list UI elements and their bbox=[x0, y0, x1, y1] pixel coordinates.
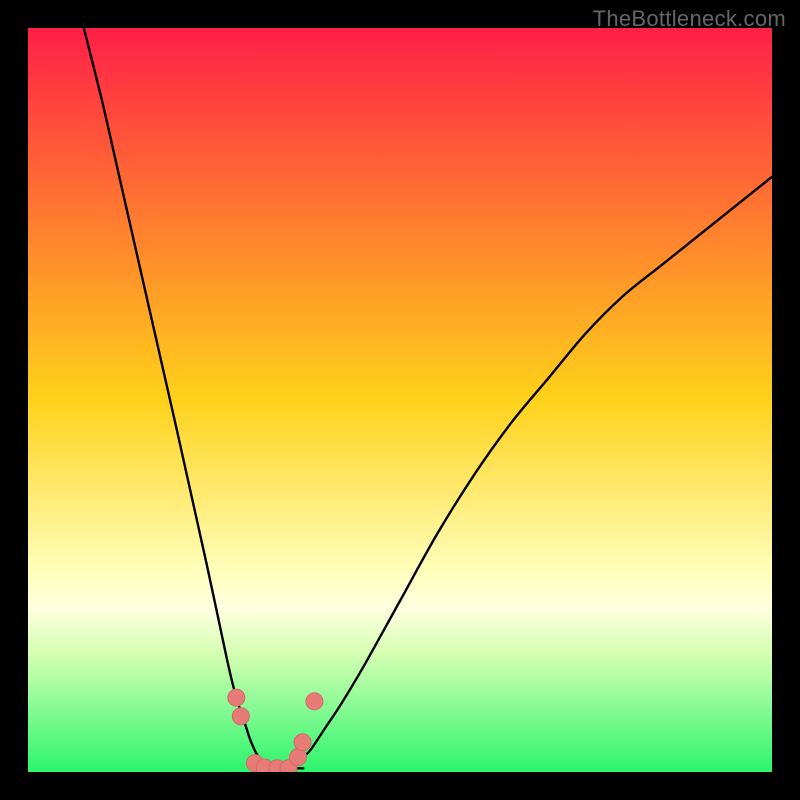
frame: TheBottleneck.com bbox=[0, 0, 800, 800]
data-dot bbox=[290, 749, 307, 766]
data-dot bbox=[306, 693, 323, 710]
gradient-backdrop bbox=[28, 28, 772, 772]
chart-svg bbox=[28, 28, 772, 772]
chart-area bbox=[28, 28, 772, 772]
data-dot bbox=[228, 689, 245, 706]
data-dot bbox=[294, 734, 311, 751]
data-dot bbox=[232, 708, 249, 725]
